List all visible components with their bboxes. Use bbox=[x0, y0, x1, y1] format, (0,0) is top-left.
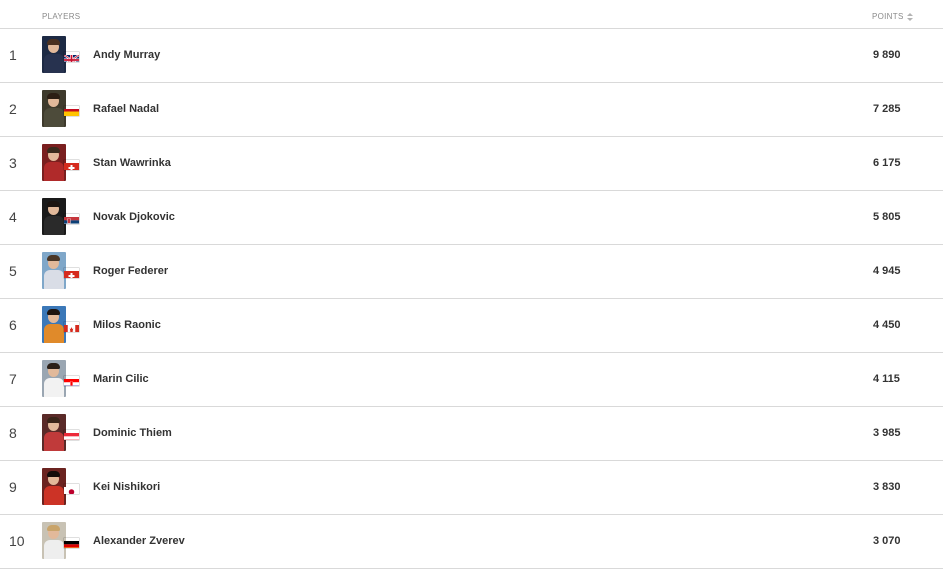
player-photo-hair bbox=[47, 39, 60, 45]
rank-number: 9 bbox=[9, 479, 17, 495]
player-name[interactable]: Novak Djokovic bbox=[93, 191, 175, 244]
table-row[interactable]: 2 Rafael Nadal 7 285 bbox=[0, 83, 943, 137]
player-photo-hair bbox=[47, 471, 60, 477]
player-name[interactable]: Stan Wawrinka bbox=[93, 137, 171, 190]
player-photo[interactable] bbox=[42, 144, 66, 181]
player-photo[interactable] bbox=[42, 90, 66, 127]
player-photo-hair bbox=[47, 309, 60, 315]
player-name[interactable]: Kei Nishikori bbox=[93, 461, 160, 514]
player-photo-hair bbox=[47, 525, 60, 531]
player-photo-shirt bbox=[44, 162, 64, 181]
rank-number: 1 bbox=[9, 47, 17, 63]
player-name[interactable]: Andy Murray bbox=[93, 29, 160, 82]
player-name[interactable]: Milos Raonic bbox=[93, 299, 161, 352]
table-row[interactable]: 6 Milos Raonic 4 450 bbox=[0, 299, 943, 353]
player-photo-shirt bbox=[44, 54, 64, 73]
rank-number: 5 bbox=[9, 263, 17, 279]
player-photo[interactable] bbox=[42, 252, 66, 289]
player-photo-hair bbox=[47, 93, 60, 99]
rank-number: 8 bbox=[9, 425, 17, 441]
player-photo-hair bbox=[47, 147, 60, 153]
ca-flag-icon bbox=[64, 322, 79, 332]
player-photo-shirt bbox=[44, 270, 64, 289]
sort-icon[interactable] bbox=[906, 12, 913, 21]
table-row[interactable]: 9 Kei Nishikori 3 830 bbox=[0, 461, 943, 515]
table-row[interactable]: 7 Marin Cilic 4 115 bbox=[0, 353, 943, 407]
player-name[interactable]: Dominic Thiem bbox=[93, 407, 172, 460]
player-photo[interactable] bbox=[42, 36, 66, 73]
at-flag-icon bbox=[64, 430, 79, 440]
player-points: 4 945 bbox=[873, 265, 901, 277]
player-photo[interactable] bbox=[42, 522, 66, 559]
player-points: 3 985 bbox=[873, 427, 901, 439]
table-row[interactable]: 8 Dominic Thiem 3 985 bbox=[0, 407, 943, 461]
rank-number: 6 bbox=[9, 317, 17, 333]
rankings-table: PLAYERS POINTS 1 Andy Murray 9 890 2 Rafael … bbox=[0, 0, 943, 569]
table-row[interactable]: 10 Alexander Zverev 3 070 bbox=[0, 515, 943, 569]
player-name[interactable]: Roger Federer bbox=[93, 245, 168, 298]
table-row[interactable]: 1 Andy Murray 9 890 bbox=[0, 29, 943, 83]
de-flag-icon bbox=[64, 538, 79, 548]
gb-flag-icon bbox=[64, 52, 79, 62]
rank-number: 3 bbox=[9, 155, 17, 171]
rs-flag-icon bbox=[64, 214, 79, 224]
hr-flag-icon bbox=[64, 376, 79, 386]
player-name[interactable]: Marin Cilic bbox=[93, 353, 149, 406]
player-photo-shirt bbox=[44, 324, 64, 343]
player-photo-shirt bbox=[44, 486, 64, 505]
table-row[interactable]: 3 Stan Wawrinka 6 175 bbox=[0, 137, 943, 191]
player-points: 6 175 bbox=[873, 157, 901, 169]
player-points: 4 450 bbox=[873, 319, 901, 331]
table-row[interactable]: 5 Roger Federer 4 945 bbox=[0, 245, 943, 299]
player-photo-hair bbox=[47, 417, 60, 423]
rank-number: 7 bbox=[9, 371, 17, 387]
player-name[interactable]: Alexander Zverev bbox=[93, 515, 185, 568]
player-photo[interactable] bbox=[42, 198, 66, 235]
player-name[interactable]: Rafael Nadal bbox=[93, 83, 159, 136]
player-photo[interactable] bbox=[42, 306, 66, 343]
player-photo-shirt bbox=[44, 432, 64, 451]
player-points: 7 285 bbox=[873, 103, 901, 115]
table-row[interactable]: 4 Novak Djokovic 5 805 bbox=[0, 191, 943, 245]
table-header: PLAYERS POINTS bbox=[0, 0, 943, 29]
points-column-header[interactable]: POINTS bbox=[872, 12, 913, 21]
player-photo-shirt bbox=[44, 108, 64, 127]
player-photo[interactable] bbox=[42, 360, 66, 397]
player-points: 4 115 bbox=[873, 373, 900, 385]
points-header-label: POINTS bbox=[872, 12, 904, 21]
rankings-list: 1 Andy Murray 9 890 2 Rafael Nadal 7 285 3 Stan… bbox=[0, 29, 943, 569]
player-points: 9 890 bbox=[873, 49, 901, 61]
player-points: 3 830 bbox=[873, 481, 901, 493]
rank-number: 2 bbox=[9, 101, 17, 117]
players-column-header: PLAYERS bbox=[42, 12, 81, 21]
es-flag-icon bbox=[64, 106, 79, 116]
ch-flag-icon bbox=[64, 160, 79, 170]
player-photo[interactable] bbox=[42, 414, 66, 451]
player-points: 5 805 bbox=[873, 211, 901, 223]
player-photo-shirt bbox=[44, 216, 64, 235]
player-photo[interactable] bbox=[42, 468, 66, 505]
player-photo-hair bbox=[47, 363, 60, 369]
player-photo-hair bbox=[47, 201, 60, 207]
player-photo-shirt bbox=[44, 540, 64, 559]
player-photo-shirt bbox=[44, 378, 64, 397]
rank-number: 4 bbox=[9, 209, 17, 225]
jp-flag-icon bbox=[64, 484, 79, 494]
rank-number: 10 bbox=[9, 533, 25, 549]
player-points: 3 070 bbox=[873, 535, 901, 547]
player-photo-hair bbox=[47, 255, 60, 261]
ch-flag-icon bbox=[64, 268, 79, 278]
